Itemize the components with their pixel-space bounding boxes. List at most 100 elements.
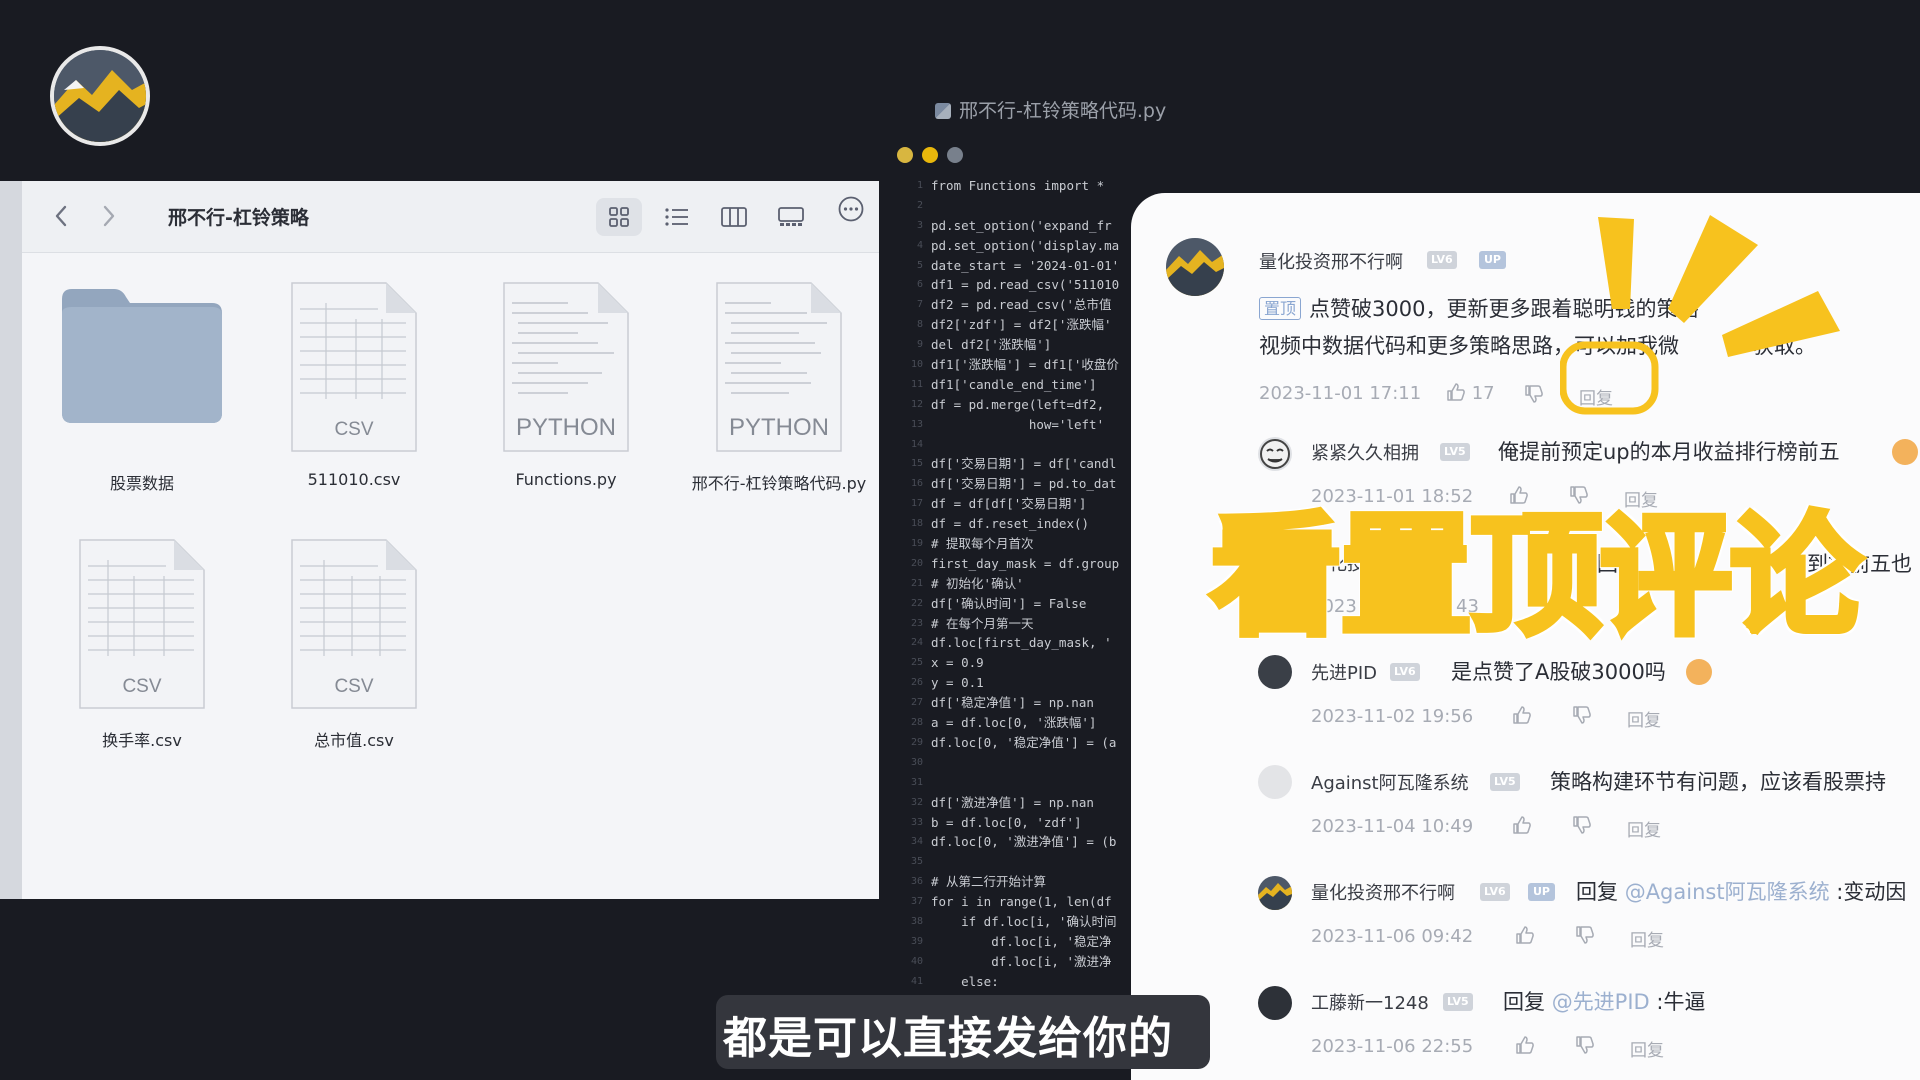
chevron-left-icon bbox=[55, 205, 67, 227]
line-number: 17 bbox=[910, 498, 923, 510]
icon-view-button[interactable] bbox=[596, 198, 642, 236]
finder-window: 邢不行-杠铃策略 股票数据 CSV 511010.csv PYTHON Func… bbox=[0, 181, 879, 899]
file-item[interactable]: CSV 511010.csv bbox=[254, 279, 454, 509]
more-options-button[interactable] bbox=[827, 196, 873, 236]
code-line: 9 del df2['涨跌幅'] bbox=[895, 335, 1135, 355]
line-number: 25 bbox=[910, 657, 923, 669]
comment-username[interactable]: 量化投资邢不行啊 bbox=[1259, 248, 1403, 274]
file-label: Functions.py bbox=[515, 470, 617, 489]
reply-button[interactable]: 回复 bbox=[1627, 706, 1661, 731]
avatar[interactable] bbox=[1258, 876, 1292, 910]
csv-document-icon: CSV bbox=[291, 539, 417, 709]
comment-text: 策略构建环节有问题，应该看股票持 bbox=[1550, 770, 1886, 794]
reply-button[interactable]: 回复 bbox=[1627, 816, 1661, 841]
comment-time: 2023-11-06 09:42 bbox=[1311, 926, 1474, 947]
code-text: x = 0.9 bbox=[931, 655, 984, 671]
code-line: 12 df = pd.merge(left=df2, bbox=[895, 395, 1135, 415]
code-line: 27 df['稳定净值'] = np.nan bbox=[895, 693, 1135, 713]
thumbs-down-icon[interactable] bbox=[1572, 705, 1592, 725]
line-number: 4 bbox=[916, 239, 923, 251]
code-text: df['稳定净值'] = np.nan bbox=[931, 695, 1094, 711]
like-button[interactable]: 17 bbox=[1446, 382, 1495, 404]
avatar[interactable] bbox=[1166, 238, 1224, 296]
file-label: 总市值.csv bbox=[314, 731, 394, 750]
line-number: 36 bbox=[910, 876, 923, 888]
comment-username[interactable]: 紧紧久久相拥 bbox=[1311, 439, 1419, 465]
window-minimize-dot[interactable] bbox=[922, 147, 938, 163]
gallery-view-button[interactable] bbox=[767, 198, 813, 236]
code-text: y = 0.1 bbox=[931, 675, 984, 691]
line-number: 26 bbox=[910, 677, 923, 689]
comment-username[interactable]: 工藤新一1248 bbox=[1311, 989, 1429, 1015]
column-view-button[interactable] bbox=[710, 198, 756, 236]
code-text: from Functions import * bbox=[931, 178, 1105, 193]
line-number: 24 bbox=[910, 637, 923, 649]
file-item[interactable]: PYTHON 邢不行-杠铃策略代码.py bbox=[679, 279, 879, 509]
comment-text-body: :牛逼 bbox=[1656, 990, 1706, 1014]
window-zoom-dot[interactable] bbox=[947, 147, 963, 163]
comment-time: 2023-11-04 10:49 bbox=[1311, 816, 1474, 837]
folder-icon bbox=[62, 289, 222, 423]
code-text: df.loc[0, '稳定净值'] = (a bbox=[931, 734, 1117, 750]
comment-username[interactable]: 量化投资邢不行啊 bbox=[1311, 879, 1455, 905]
file-item[interactable]: CSV 总市值.csv bbox=[254, 536, 454, 766]
file-item[interactable]: PYTHON Functions.py bbox=[466, 279, 666, 509]
shiba-emoji-icon bbox=[1686, 659, 1712, 685]
thumbs-down-icon[interactable] bbox=[1524, 384, 1544, 404]
thumbs-up-icon[interactable] bbox=[1515, 1035, 1535, 1055]
thumbs-down-icon[interactable] bbox=[1575, 1035, 1595, 1055]
comment-username[interactable]: Against阿瓦隆系统 bbox=[1311, 769, 1469, 795]
editor-tab-title[interactable]: 邢不行-杠铃策略代码.py bbox=[935, 96, 1166, 123]
code-text: b = df.loc[0, 'zdf'] bbox=[931, 814, 1082, 830]
file-item[interactable]: CSV 换手率.csv bbox=[42, 536, 242, 766]
avatar[interactable] bbox=[1258, 986, 1292, 1020]
line-number: 31 bbox=[910, 776, 923, 788]
file-label: 邢不行-杠铃策略代码.py bbox=[691, 474, 867, 493]
grid-icon bbox=[609, 207, 629, 227]
line-number: 40 bbox=[910, 955, 923, 967]
level-badge: LV6 bbox=[1427, 251, 1457, 269]
csv-document-icon: CSV bbox=[291, 282, 417, 452]
avatar[interactable] bbox=[1258, 437, 1292, 471]
back-button[interactable] bbox=[44, 199, 78, 233]
level-badge: LV5 bbox=[1490, 773, 1520, 791]
forward-button[interactable] bbox=[92, 199, 126, 233]
file-type-badge: CSV bbox=[334, 676, 373, 697]
code-line: 39 df.loc[i, '稳定净 bbox=[895, 932, 1135, 952]
line-number: 27 bbox=[910, 697, 923, 709]
folder-item[interactable]: 股票数据 bbox=[42, 279, 242, 509]
reply-button[interactable]: 回复 bbox=[1630, 1036, 1664, 1061]
code-line: 21 # 初始化'确认' bbox=[895, 574, 1135, 594]
code-line: 34 df.loc[0, '激进净值'] = (b bbox=[895, 832, 1135, 852]
line-number: 34 bbox=[910, 836, 923, 848]
thumbs-down-icon[interactable] bbox=[1575, 925, 1595, 945]
up-badge: UP bbox=[1479, 251, 1506, 269]
python-document-icon: PYTHON bbox=[503, 282, 629, 452]
list-view-button[interactable] bbox=[653, 198, 699, 236]
avatar[interactable] bbox=[1258, 765, 1292, 799]
line-number: 9 bbox=[916, 339, 923, 351]
comment-text: 回复 @Against阿瓦隆系统 :变动因 bbox=[1576, 876, 1906, 906]
thumbs-up-icon[interactable] bbox=[1512, 705, 1532, 725]
thumbs-up-icon[interactable] bbox=[1512, 815, 1532, 835]
like-count: 17 bbox=[1471, 383, 1495, 404]
code-text: del df2['涨跌幅'] bbox=[931, 337, 1052, 353]
thumbs-up-icon[interactable] bbox=[1515, 925, 1535, 945]
python-document-icon: PYTHON bbox=[716, 282, 842, 452]
line-number: 12 bbox=[910, 398, 923, 410]
code-line: 3 pd.set_option('expand_fr bbox=[895, 216, 1135, 236]
code-line: 28 a = df.loc[0, '涨跌幅'] bbox=[895, 713, 1135, 733]
reply-button[interactable]: 回复 bbox=[1630, 926, 1664, 951]
thumbs-down-icon[interactable] bbox=[1572, 815, 1592, 835]
mention-link[interactable]: @Against阿瓦隆系统 bbox=[1625, 880, 1830, 904]
line-number: 33 bbox=[910, 816, 923, 828]
comment-username[interactable]: 先进PID bbox=[1311, 659, 1377, 685]
code-editor[interactable]: 1 from Functions import * 2 3 pd.set_option(… bbox=[895, 176, 1135, 1080]
window-close-dot[interactable] bbox=[897, 147, 913, 163]
finder-folder-title: 邢不行-杠铃策略 bbox=[168, 207, 309, 229]
code-text: first_day_mask = df.group bbox=[931, 555, 1120, 571]
code-line: 10 df1['涨跌幅'] = df1['收盘价 bbox=[895, 355, 1135, 375]
code-line: 13 how='left' bbox=[895, 415, 1135, 435]
mention-link[interactable]: @先进PID bbox=[1552, 990, 1650, 1014]
comment-text: 回复 @先进PID :牛逼 bbox=[1503, 986, 1705, 1016]
